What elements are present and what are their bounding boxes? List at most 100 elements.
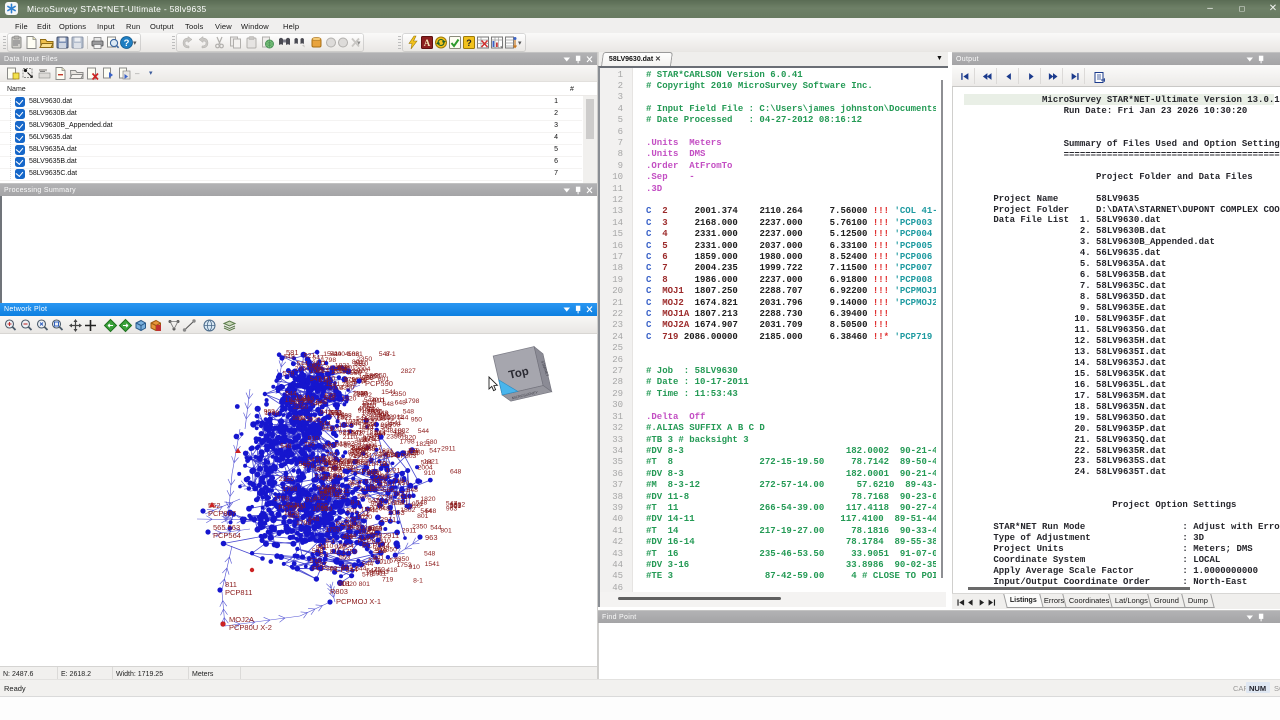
svg-text:8-1: 8-1: [350, 500, 360, 507]
svg-text:544: 544: [358, 512, 370, 519]
svg-text:941: 941: [320, 409, 332, 416]
svg-text:544: 544: [420, 508, 432, 515]
svg-text:PCP811: PCP811: [225, 588, 252, 597]
svg-text:548: 548: [310, 400, 322, 407]
svg-text:801: 801: [359, 581, 371, 588]
svg-text:547: 547: [313, 354, 325, 361]
svg-text:566: 566: [348, 351, 360, 358]
svg-text:579: 579: [345, 516, 357, 523]
svg-text:921: 921: [286, 502, 298, 509]
svg-text:547: 547: [319, 489, 331, 496]
svg-text:418: 418: [334, 459, 346, 466]
svg-text:1821: 1821: [369, 486, 384, 493]
svg-text:581: 581: [286, 348, 299, 357]
svg-text:2350: 2350: [279, 476, 294, 483]
svg-text:R803: R803: [330, 587, 348, 596]
svg-text:2911: 2911: [383, 531, 399, 540]
svg-text:2911: 2911: [326, 365, 341, 372]
svg-text:8-1: 8-1: [408, 447, 418, 454]
svg-text:?: ?: [466, 38, 472, 48]
svg-text:2350: 2350: [295, 365, 310, 372]
svg-text:2827: 2827: [401, 368, 416, 375]
svg-text:941: 941: [298, 416, 310, 423]
svg-text:PCP944: PCP944: [330, 565, 358, 574]
svg-text:548: 548: [348, 524, 360, 531]
svg-text:548: 548: [370, 531, 383, 540]
svg-text:950: 950: [411, 417, 423, 424]
svg-text:2911: 2911: [335, 488, 350, 495]
svg-text:418: 418: [321, 476, 333, 483]
svg-text:648: 648: [407, 487, 419, 494]
svg-text:418: 418: [342, 534, 354, 541]
svg-text:544: 544: [421, 460, 433, 467]
svg-text:750: 750: [379, 461, 391, 468]
svg-text:920: 920: [362, 413, 375, 422]
svg-text:PCP80U X-2: PCP80U X-2: [229, 623, 272, 632]
svg-text:963: 963: [335, 442, 347, 449]
svg-text:418: 418: [393, 429, 405, 436]
svg-text:,: ,: [500, 40, 502, 49]
svg-text:PCP590: PCP590: [365, 379, 393, 388]
svg-text:801: 801: [440, 527, 452, 534]
svg-text:963: 963: [425, 533, 438, 542]
svg-text:1798: 1798: [296, 520, 311, 527]
svg-text:544: 544: [319, 421, 331, 428]
svg-text:2911: 2911: [441, 446, 456, 453]
svg-text:1753: 1753: [342, 549, 357, 556]
svg-text:8-1: 8-1: [413, 577, 423, 584]
svg-text:921: 921: [412, 501, 424, 508]
svg-text:1020: 1020: [312, 506, 327, 513]
svg-text:1753: 1753: [325, 527, 340, 534]
svg-text:547: 547: [429, 447, 441, 454]
svg-text:8-1: 8-1: [386, 351, 396, 358]
svg-text:579: 579: [344, 377, 356, 384]
svg-text:548: 548: [323, 395, 335, 402]
svg-text:544: 544: [362, 561, 374, 568]
svg-text:PCP544: PCP544: [362, 541, 390, 550]
svg-text:1820: 1820: [284, 510, 299, 517]
svg-text:548: 548: [280, 443, 292, 450]
svg-text:2911: 2911: [372, 571, 387, 578]
svg-text:544: 544: [418, 428, 430, 435]
svg-text:2728: 2728: [376, 493, 393, 502]
svg-text:1021: 1021: [358, 422, 375, 431]
svg-text:648: 648: [450, 469, 462, 476]
svg-text:719: 719: [393, 478, 405, 485]
svg-text:648: 648: [383, 401, 395, 408]
svg-text:2827: 2827: [350, 448, 365, 455]
svg-text:2350: 2350: [293, 404, 308, 411]
svg-text:544: 544: [285, 390, 297, 397]
svg-text:2911: 2911: [380, 515, 396, 524]
svg-text:PCPMOJ X-1: PCPMOJ X-1: [336, 597, 381, 606]
svg-text:2911: 2911: [389, 414, 404, 421]
svg-text:PCP807: PCP807: [208, 509, 236, 518]
svg-text:578: 578: [389, 557, 401, 564]
svg-text:4004: 4004: [358, 404, 375, 413]
svg-text:910: 910: [305, 497, 317, 504]
svg-text:1798: 1798: [404, 398, 419, 405]
svg-text:1541: 1541: [425, 561, 440, 568]
svg-text:2004: 2004: [329, 384, 344, 391]
svg-text:2350: 2350: [412, 524, 427, 531]
svg-text:1798: 1798: [264, 410, 279, 417]
svg-text:910: 910: [324, 375, 336, 382]
svg-text:1020: 1020: [338, 422, 353, 429]
svg-text:921: 921: [450, 503, 462, 510]
svg-text:910: 910: [409, 564, 421, 571]
svg-text:2110: 2110: [397, 494, 412, 501]
svg-text:578: 578: [310, 558, 322, 565]
svg-text:2827: 2827: [365, 443, 382, 452]
svg-text:1753: 1753: [363, 434, 380, 443]
svg-text:2110: 2110: [354, 360, 369, 367]
svg-text:548: 548: [424, 550, 436, 557]
svg-text:579: 579: [283, 370, 295, 377]
svg-text:547: 547: [310, 376, 322, 383]
svg-text:1798: 1798: [337, 413, 352, 420]
svg-text:1798: 1798: [282, 486, 297, 493]
svg-text:1798: 1798: [400, 438, 415, 445]
svg-text:PCP564: PCP564: [213, 531, 241, 540]
svg-text:?: ?: [124, 38, 130, 49]
svg-text:950: 950: [309, 363, 321, 370]
svg-text:A: A: [424, 38, 431, 48]
svg-text:750: 750: [304, 441, 316, 448]
